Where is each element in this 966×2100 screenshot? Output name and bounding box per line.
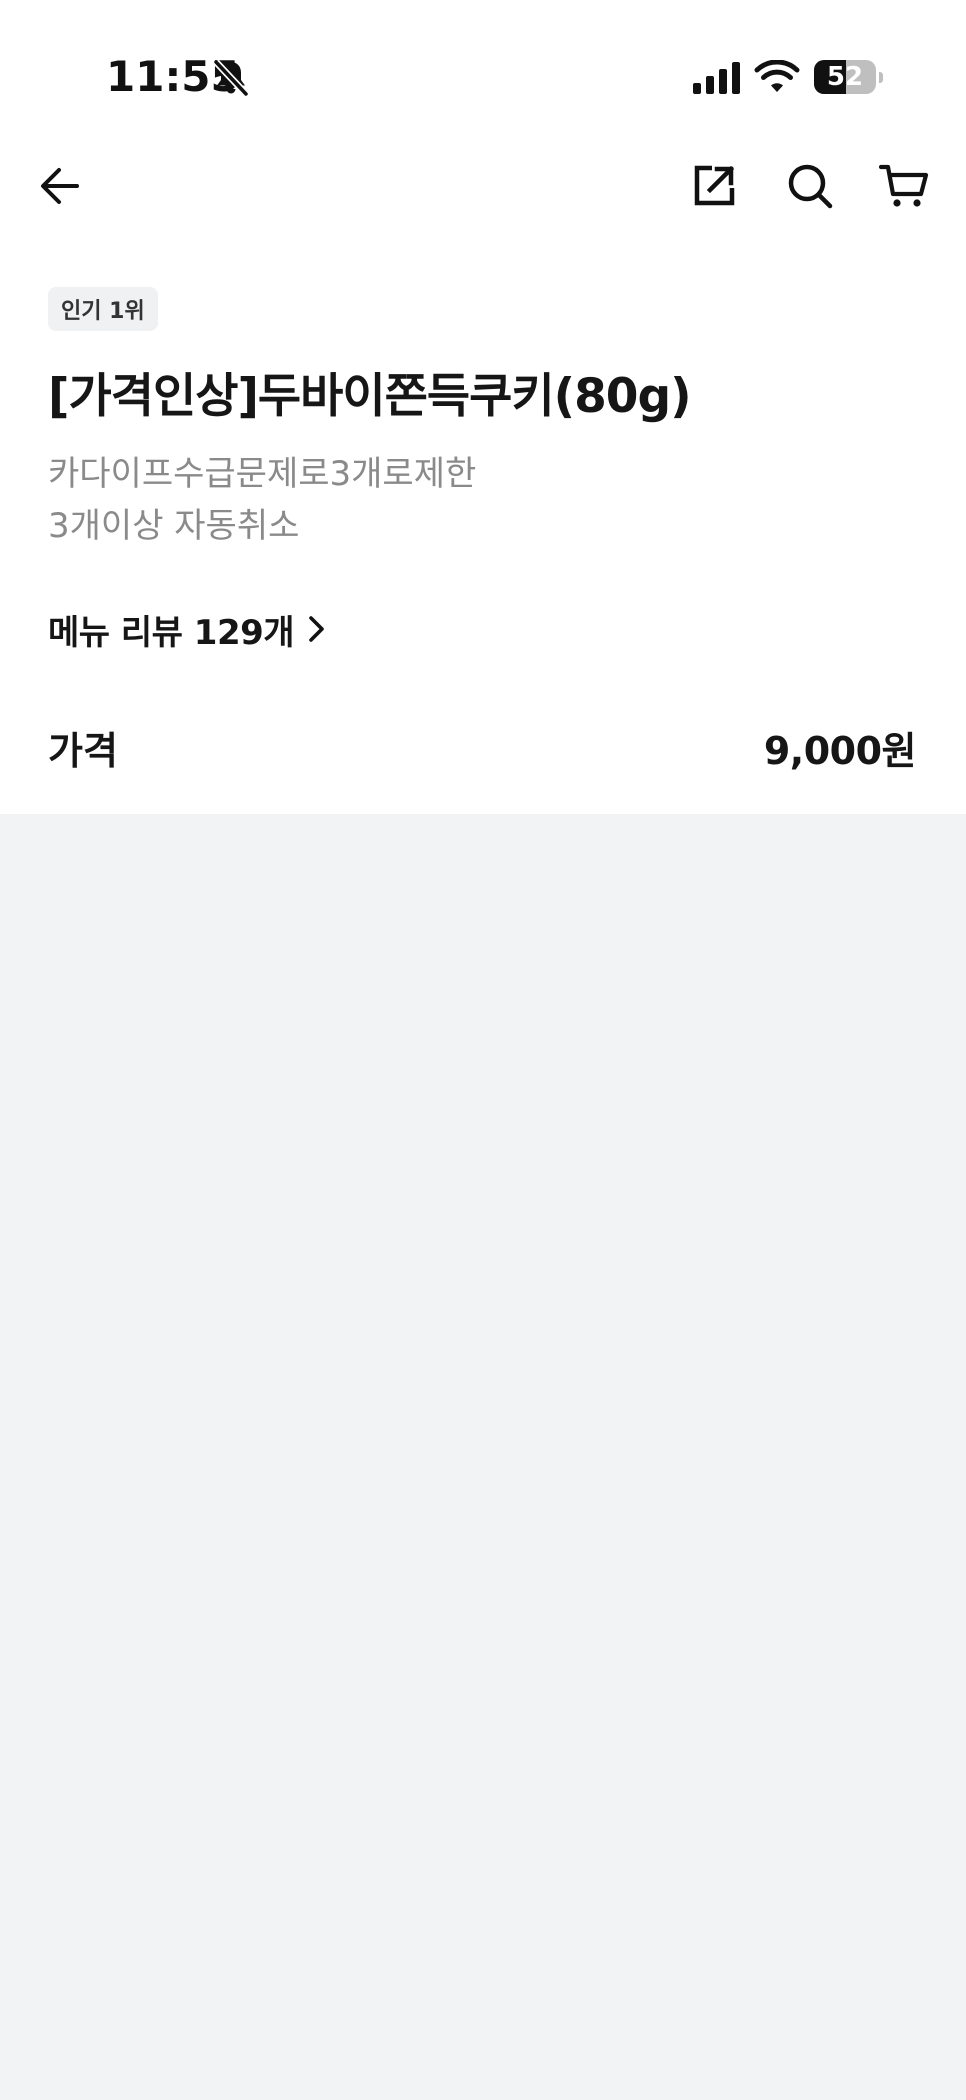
price-label: 가격 [48, 729, 118, 773]
arrow-left-icon [41, 168, 79, 204]
search-icon [788, 164, 833, 209]
battery-percentage: 52 [826, 62, 864, 92]
cart-button[interactable] [876, 158, 932, 214]
product-title: [가격인상]두바이쫀득쿠키(80g) [48, 369, 692, 424]
description-line: 카다이프수급문제로3개로제한 [48, 454, 477, 494]
share-icon [694, 165, 735, 206]
menu-review-link[interactable]: 메뉴 리뷰 129개 [48, 604, 328, 654]
bell-muted-icon [212, 58, 250, 98]
share-button[interactable] [686, 158, 742, 214]
cart-icon [879, 164, 929, 207]
price-value: 9,000원 [763, 729, 917, 773]
wifi-icon [754, 60, 800, 94]
chevron-right-icon [306, 614, 328, 644]
back-button[interactable] [32, 158, 88, 214]
product-sheet: 11:55 52 인기 1위 [가격인상]두바이쫀득쿠키(80g) 카다이프수급… [0, 0, 966, 814]
search-button[interactable] [782, 158, 838, 214]
popularity-badge: 인기 1위 [48, 287, 158, 331]
battery-tip [879, 72, 883, 83]
product-description: 카다이프수급문제로3개로제한 3개이상 자동취소 [48, 448, 928, 552]
screen: 11:55 52 인기 1위 [가격인상]두바이쫀득쿠키(80g) 카다이프수급… [0, 0, 966, 2100]
review-link-label: 메뉴 리뷰 129개 [48, 612, 295, 653]
description-line: 3개이상 자동취소 [48, 506, 300, 546]
battery-icon: 52 [814, 60, 876, 94]
signal-icon [693, 62, 740, 94]
